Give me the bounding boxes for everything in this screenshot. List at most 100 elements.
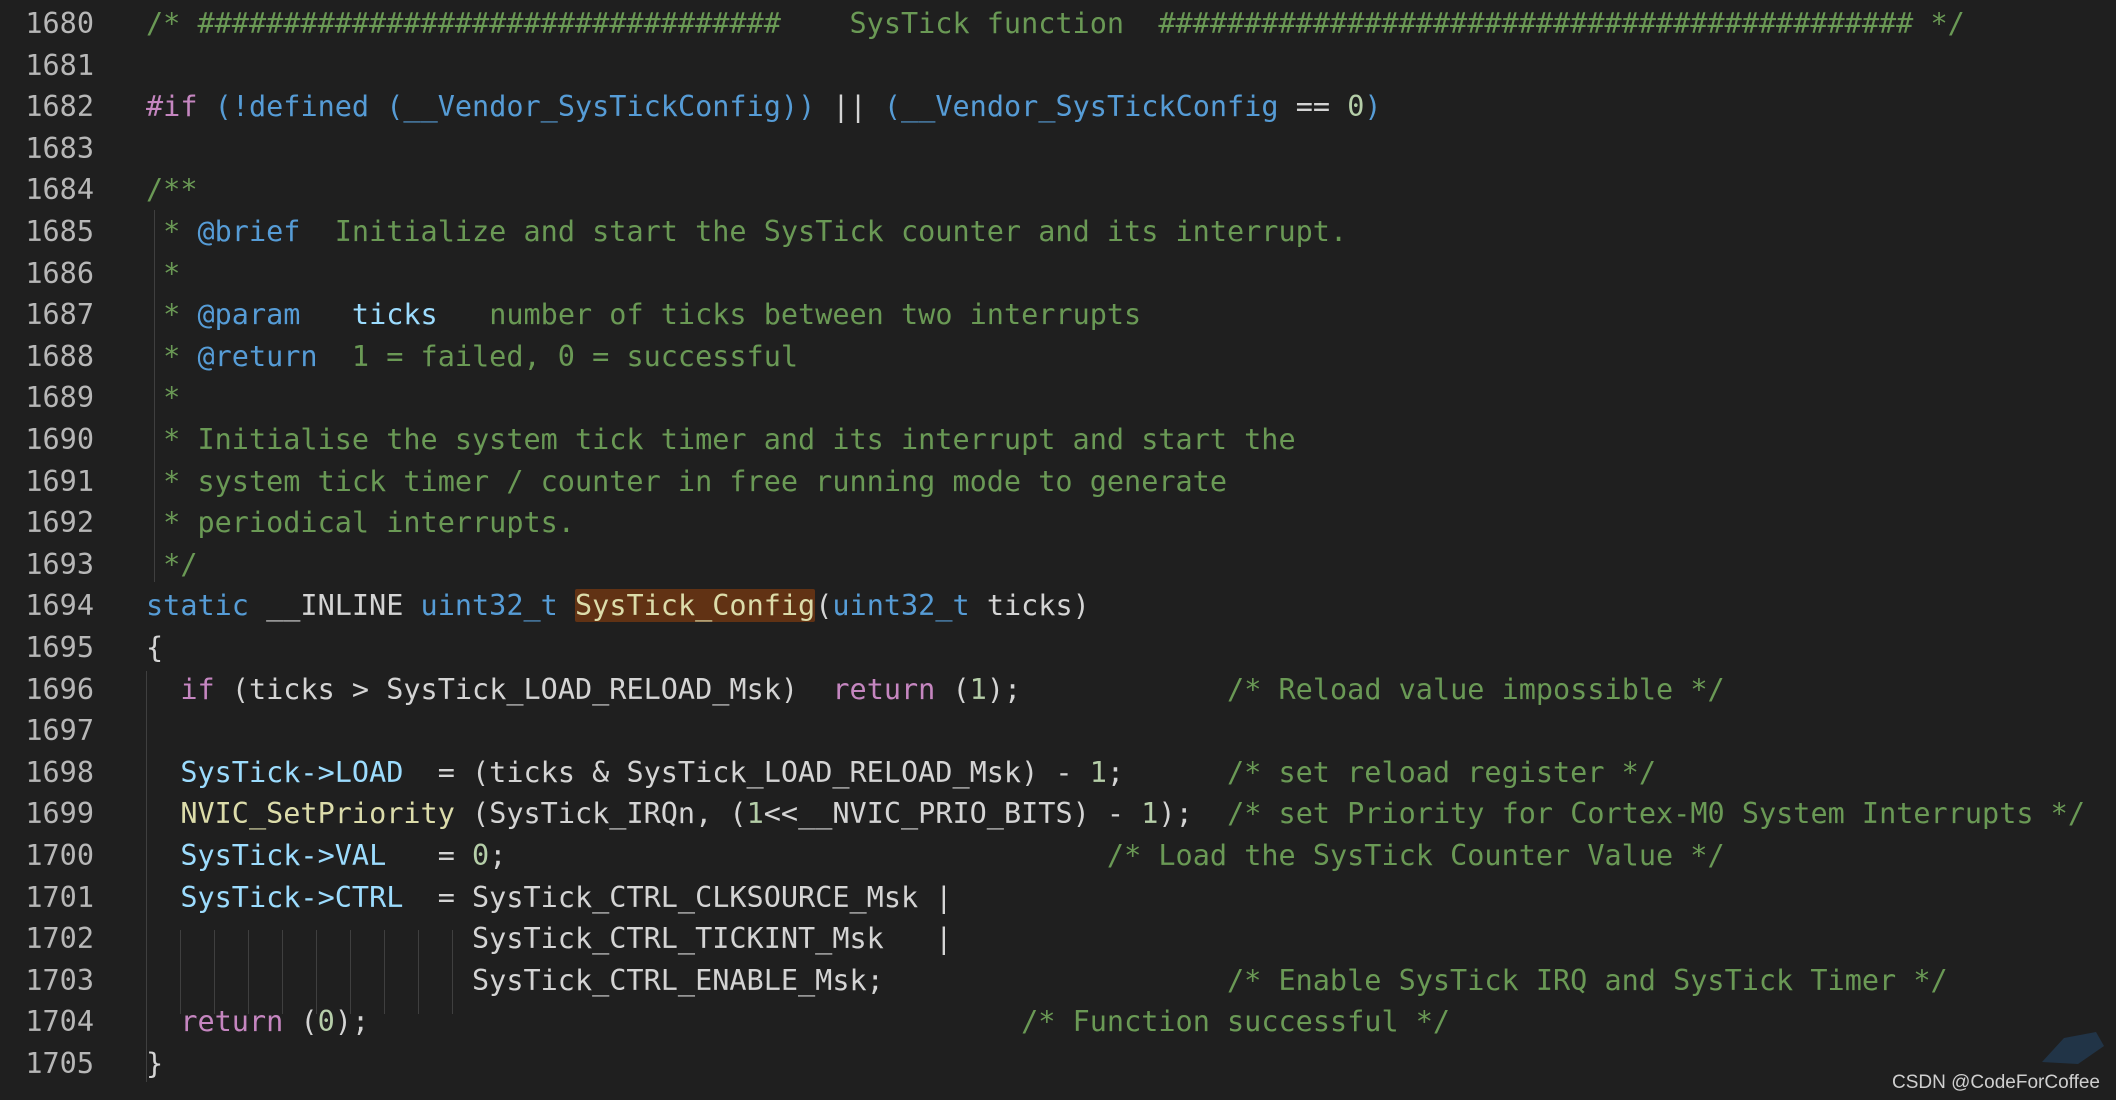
code-text: /** (146, 169, 197, 211)
code-text: * (146, 253, 180, 295)
code-token: number of ticks between two interrupts (437, 298, 1142, 332)
code-line[interactable]: 1705} (0, 1043, 2116, 1085)
line-number: 1680 (25, 7, 94, 40)
code-line[interactable]: 1702 SysTick_CTRL_TICKINT_Msk | (0, 918, 2116, 960)
code-line[interactable]: 1704 return (0); /* Function successful … (0, 1001, 2116, 1043)
code-token: ); (334, 1005, 1022, 1039)
code-line[interactable]: 1690 * Initialise the system tick timer … (0, 419, 2116, 461)
code-line[interactable]: 1693 */ (0, 544, 2116, 586)
indent-guide (180, 930, 181, 1014)
code-token: SysTick->CTRL (180, 880, 404, 914)
code-token: __INLINE (248, 589, 421, 623)
indent-guide (154, 210, 155, 582)
line-number: 1690 (25, 423, 94, 456)
code-line[interactable]: 1683 (0, 128, 2116, 170)
code-line[interactable]: 1688 * @return 1 = failed, 0 = successfu… (0, 336, 2116, 378)
indent-guide (418, 930, 419, 1014)
code-line[interactable]: 1692 * periodical interrupts. (0, 502, 2116, 544)
line-number: 1698 (25, 755, 94, 789)
code-line[interactable]: 1699 NVIC_SetPriority (SysTick_IRQn, (1<… (0, 793, 2116, 835)
code-line[interactable]: 1687 * @param ticks number of ticks betw… (0, 294, 2116, 336)
code-text: SysTick_CTRL_ENABLE_Msk; /* Enable SysTi… (146, 960, 1948, 1002)
code-token: (SysTick_IRQn, ( (454, 797, 747, 831)
line-number: 1686 (25, 256, 94, 290)
code-token: ticks) (969, 589, 1090, 623)
code-token: ; (489, 839, 1107, 872)
code-line[interactable]: 1698 SysTick->LOAD = (ticks & SysTick_LO… (0, 752, 2116, 794)
code-token: @param (197, 298, 301, 332)
code-line[interactable]: 1701 SysTick->CTRL = SysTick_CTRL_CLKSOU… (0, 877, 2116, 919)
code-text: /* ################################## Sy… (146, 3, 1965, 45)
code-text: * periodical interrupts. (146, 502, 575, 544)
code-token: SysTick->LOAD (180, 755, 404, 789)
code-line[interactable]: 1684 /** (0, 169, 2116, 211)
indent-guide (452, 930, 453, 1014)
code-token: 1 (1089, 755, 1107, 789)
code-text: * Initialise the system tick timer and i… (146, 419, 1296, 461)
code-token: /* ################################## Sy… (146, 7, 1965, 40)
code-line[interactable]: 1681 (0, 45, 2116, 87)
code-token: = (ticks & SysTick_LOAD_RELOAD_Msk) - (403, 755, 1090, 789)
line-number: 1704 (25, 1005, 94, 1039)
code-token: ( (935, 672, 970, 706)
code-text: if (ticks > SysTick_LOAD_RELOAD_Msk) ret… (146, 669, 1724, 711)
code-token: * (146, 256, 181, 290)
code-token: /* set reload register */ (1227, 755, 1656, 789)
code-text: SysTick->CTRL = SysTick_CTRL_CLKSOURCE_M… (146, 877, 952, 919)
code-token: SysTick_CTRL_TICKINT_Msk | (146, 922, 953, 956)
code-line[interactable]: 1695 { (0, 627, 2116, 669)
code-line[interactable]: 1691 * system tick timer / counter in fr… (0, 461, 2116, 503)
code-token: 1 = failed, 0 = successful (317, 339, 799, 373)
code-token: /* Function successful */ (1021, 1005, 1451, 1039)
line-number: 1683 (25, 131, 94, 165)
line-number: 1687 (25, 298, 94, 332)
code-line[interactable]: 1697 (0, 710, 2116, 752)
code-editor[interactable]: 1680 /* #################################… (0, 0, 2116, 1100)
code-token: * periodical interrupts. (146, 506, 575, 540)
code-line[interactable]: 1686 * (0, 253, 2116, 295)
line-number: 1695 (25, 631, 94, 664)
line-number: 1700 (25, 839, 94, 872)
line-number: 1699 (25, 797, 94, 831)
code-line[interactable]: 1694 static __INLINE uint32_t SysTick_Con… (0, 585, 2116, 627)
code-text: } (146, 1043, 163, 1085)
code-token: 0 (317, 1005, 335, 1039)
line-number: 1703 (25, 963, 94, 997)
code-line[interactable]: 1689 * (0, 377, 2116, 419)
highlighted-symbol: SysTick_Config (575, 589, 816, 623)
code-token: ) (1364, 90, 1382, 124)
code-line[interactable]: 1685 * @brief Initialize and start the S… (0, 211, 2116, 253)
code-line[interactable]: 1680 /* #################################… (0, 3, 2116, 45)
code-token: /* Enable SysTick IRQ and SysTick Timer … (1226, 963, 1948, 997)
indent-guide (146, 671, 147, 1082)
line-number: 1691 (25, 464, 94, 498)
code-text: * @return 1 = failed, 0 = successful (146, 336, 798, 378)
code-token: )) (780, 90, 816, 124)
code-text: return (0); /* Function successful */ (146, 1001, 1450, 1043)
code-line[interactable]: 1703 SysTick_CTRL_ENABLE_Msk; /* Enable … (0, 960, 2116, 1002)
code-text: SysTick->LOAD = (ticks & SysTick_LOAD_RE… (146, 752, 1656, 794)
line-number: 1685 (25, 215, 94, 248)
code-text: NVIC_SetPriority (SysTick_IRQn, (1<<__NV… (146, 793, 2085, 835)
code-token: (!defined ( (214, 90, 404, 124)
code-line[interactable]: 1700 SysTick->VAL = 0; /* Load the SysTi… (0, 835, 2116, 877)
code-token: /* Load the SysTick Counter Value */ (1106, 839, 1725, 872)
code-token: * Initialise the system tick timer and i… (146, 423, 1296, 456)
code-text: SysTick->VAL = 0; /* Load the SysTick Co… (146, 835, 1725, 877)
code-text: * @brief Initialize and start the SysTic… (146, 211, 1347, 253)
line-number: 1694 (25, 589, 94, 623)
code-token: __Vendor_SysTickConfig (403, 90, 781, 124)
indent-guide (316, 930, 317, 1014)
line-number: 1681 (25, 48, 94, 82)
code-text: * (146, 377, 180, 419)
code-token: = (386, 839, 473, 872)
code-token: 0 (1347, 90, 1365, 124)
code-line[interactable]: 1696 if (ticks > SysTick_LOAD_RELOAD_Msk… (0, 669, 2116, 711)
code-token: ; (1106, 755, 1228, 789)
line-number: 1688 (25, 339, 94, 373)
code-line[interactable]: 1682 #if (!defined (__Vendor_SysTickConfi… (0, 86, 2116, 128)
